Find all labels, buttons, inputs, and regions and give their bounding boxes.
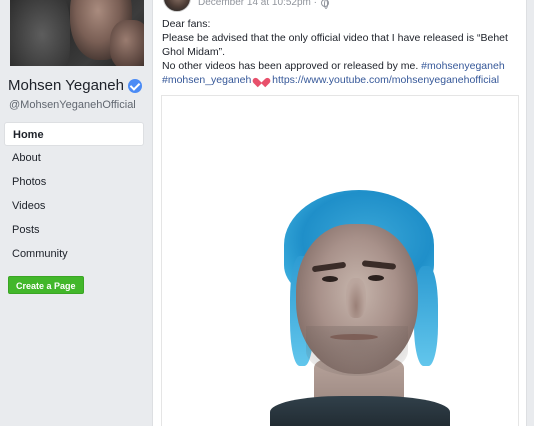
post-meta: December 14 at 10:52pm · xyxy=(198,0,329,9)
nav-item-photos[interactable]: Photos xyxy=(4,170,144,194)
page-handle: @MohsenYeganehOfficial xyxy=(9,99,136,111)
post-avatar[interactable] xyxy=(163,0,191,12)
page-nav: Home About Photos Videos Posts Community xyxy=(4,122,144,266)
post-greeting: Dear fans: xyxy=(162,18,211,30)
nav-item-posts[interactable]: Posts xyxy=(4,218,144,242)
post-timestamp[interactable]: December 14 at 10:52pm · xyxy=(198,0,317,8)
profile-photo[interactable] xyxy=(10,0,144,66)
post-line-3-text: No other videos has been approved or rel… xyxy=(162,60,422,72)
nav-item-community[interactable]: Community xyxy=(4,242,144,266)
nav-item-home[interactable]: Home xyxy=(4,122,144,146)
create-page-button[interactable]: Create a Page xyxy=(8,276,84,294)
page-name[interactable]: Mohsen Yeganeh xyxy=(8,77,148,94)
verified-badge-icon xyxy=(127,78,142,93)
hashtag-link-2[interactable]: #mohsen_yeganeh xyxy=(162,74,251,86)
post-line-3: No other videos has been approved or rel… xyxy=(162,59,517,73)
left-sidebar: Mohsen Yeganeh @MohsenYeganehOfficial Ho… xyxy=(0,0,152,426)
post-card: December 14 at 10:52pm · Dear fans: Plea… xyxy=(152,0,527,426)
nav-item-about[interactable]: About xyxy=(4,146,144,170)
post-line-1: Please be advised that the only official… xyxy=(162,32,508,44)
right-gutter xyxy=(527,0,534,426)
video-player[interactable] xyxy=(161,95,519,426)
page-name-text: Mohsen Yeganeh xyxy=(8,77,124,94)
globe-icon[interactable] xyxy=(320,0,329,9)
post-line-4: #mohsen_yeganeh https://www.youtube.com/… xyxy=(162,73,517,87)
nav-item-videos[interactable]: Videos xyxy=(4,194,144,218)
hashtag-link-1[interactable]: #mohsenyeganeh xyxy=(421,60,504,72)
youtube-link[interactable]: https://www.youtube.com/mohsenyeganehoff… xyxy=(272,74,499,86)
post-line-2: Ghol Midam”. xyxy=(162,46,226,58)
heart-icon xyxy=(256,74,267,84)
post-text: Dear fans: Please be advised that the on… xyxy=(162,17,517,87)
